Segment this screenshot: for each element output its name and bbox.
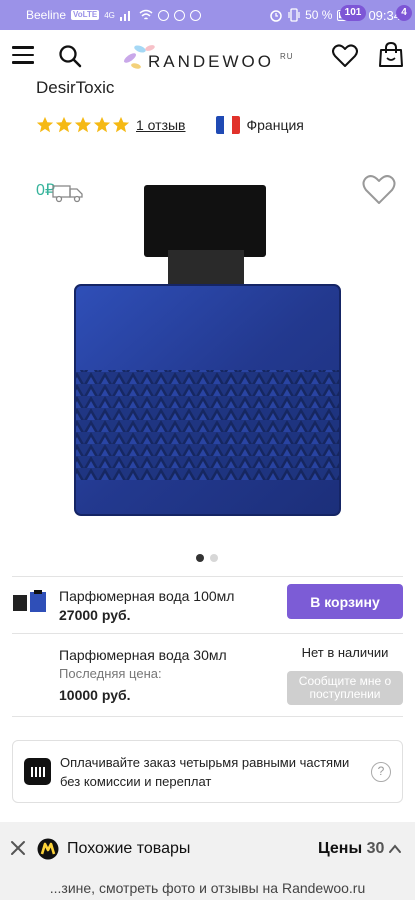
status-right: 50 % 09:34 [269,8,401,23]
similar-products-label[interactable]: Похожие товары [67,840,190,858]
vibrate-icon [288,8,300,22]
logo-suffix: RU [280,52,294,61]
favorites-count-badge: 101 [340,5,366,21]
close-icon[interactable] [10,840,26,856]
star-icon [36,116,54,133]
variant-name: Парфюмерная вода 100мл [59,588,235,604]
prices-label: Цены [318,840,363,857]
similar-products-bar: Похожие товары Цены 30 [0,822,415,876]
divider [12,633,403,634]
signal-icon [119,11,130,21]
logo-text: RANDEWOO [148,52,274,71]
divider [12,716,403,717]
viber-icon [173,9,185,21]
variant-price: 27000 руб. [59,607,131,623]
chevron-up-icon[interactable] [388,842,402,856]
variant-name: Парфюмерная вода 30мл [59,647,227,663]
out-of-stock-label: Нет в наличии [301,645,389,660]
volte-icon: VoLTE [71,10,100,20]
rating-stars [36,116,130,134]
prices-link[interactable]: Цены 30 [318,840,384,858]
reviews-link[interactable]: 1 отзыв [136,117,186,133]
star-icon [74,116,92,133]
installment-text: Оплачивайте заказ четырьмя равными частя… [60,755,350,789]
status-left: Beeline VoLTE 4G [26,8,201,22]
installment-icon [24,758,51,785]
france-flag-icon [215,116,240,134]
divider [12,576,403,577]
notify-me-button[interactable]: Сообщите мне о поступлении [287,671,403,705]
star-icon [93,116,111,133]
randewoo-logo[interactable]: RANDEWOO RU [120,40,300,72]
help-icon[interactable]: ? [371,762,391,782]
rating-row: 1 отзыв Франция [36,114,304,136]
star-icon [112,116,130,133]
whatsapp-icon [157,9,169,21]
installment-banner[interactable]: Оплачивайте заказ четырьмя равными частя… [12,740,403,803]
alarm-icon [270,10,282,22]
product-image[interactable] [70,180,345,520]
cart-bag-icon[interactable] [378,42,404,68]
search-icon[interactable] [58,44,82,68]
network-type: 4G [104,10,115,20]
variant-thumbnail [13,590,46,612]
cart-count-badge: 4 [396,5,412,21]
favorites-heart-icon[interactable] [332,44,358,68]
battery-percent: 50 % [305,8,333,22]
add-to-cart-button[interactable]: В корзину [287,584,403,619]
carrier-name: Beeline [26,8,67,22]
prices-count: 30 [366,840,385,857]
site-header: RANDEWOO RU [0,30,415,80]
country-label: Франция [246,117,304,133]
add-to-favorites-icon[interactable] [362,174,396,206]
last-price-label: Последняя цена: [59,666,162,681]
wifi-icon [139,9,153,20]
play-icon [189,9,201,21]
variant-price: 10000 руб. [59,687,131,703]
menu-icon[interactable] [12,46,34,64]
product-title: DesirToxic [36,78,115,97]
star-icon [55,116,73,133]
gallery-dot[interactable] [196,554,204,562]
url-bar[interactable]: ...зине, смотреть фото и отзывы на Rande… [0,876,415,900]
gallery-dots [196,554,218,562]
gallery-dot[interactable] [210,554,218,562]
yandex-market-icon [37,838,59,860]
